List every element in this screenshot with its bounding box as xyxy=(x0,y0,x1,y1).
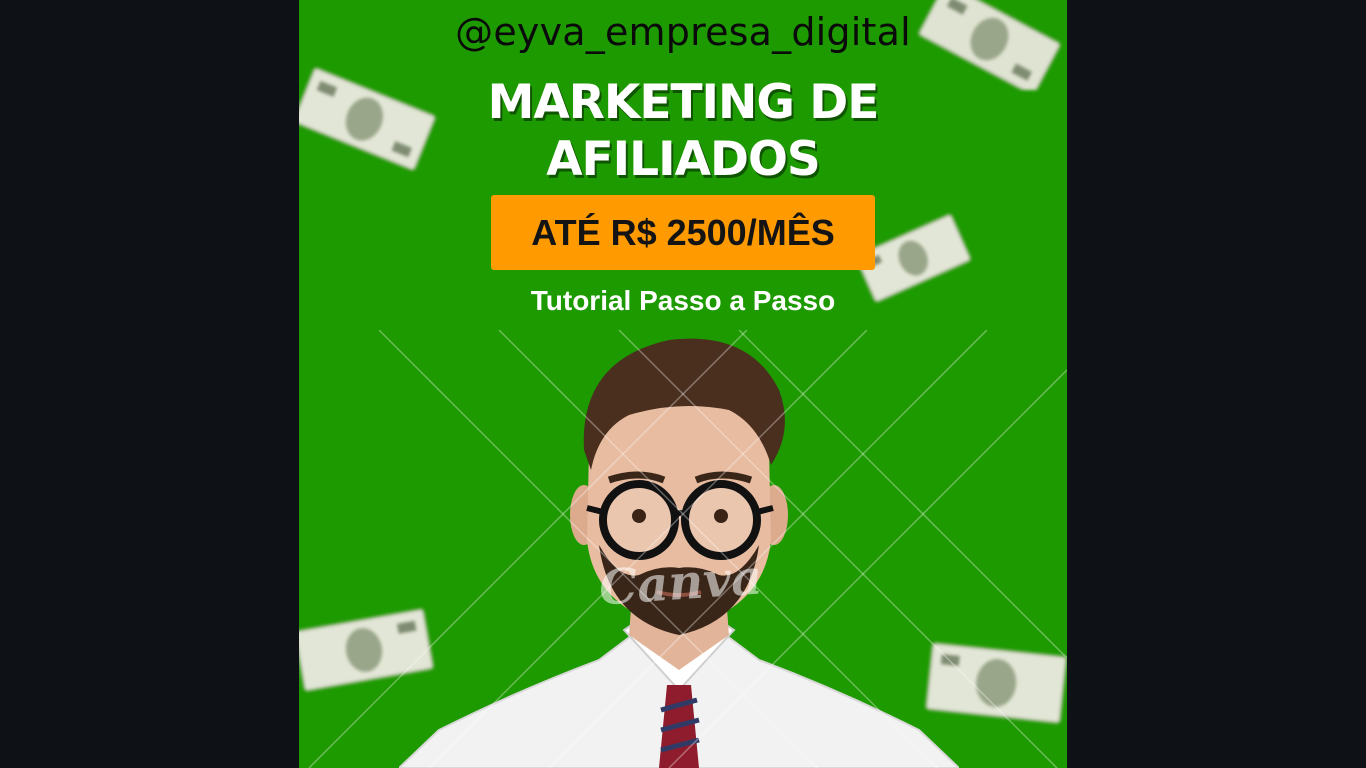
image-viewer: @eyva_empresa_digital MARKETING DE AFILI… xyxy=(0,0,1366,768)
person-photo xyxy=(399,338,959,768)
canva-watermark: Canva xyxy=(597,549,764,617)
instagram-post-image: @eyva_empresa_digital MARKETING DE AFILI… xyxy=(299,0,1067,768)
subtitle: Tutorial Passo a Passo xyxy=(530,285,836,316)
headline-line-1: MARKETING DE xyxy=(487,75,880,130)
instagram-handle: @eyva_empresa_digital xyxy=(455,10,911,54)
headline: MARKETING DE AFILIADOS xyxy=(299,74,1067,188)
price-badge: ATÉ R$ 2500/MÊS xyxy=(491,195,875,270)
headline-line-2: AFILIADOS xyxy=(546,132,821,187)
